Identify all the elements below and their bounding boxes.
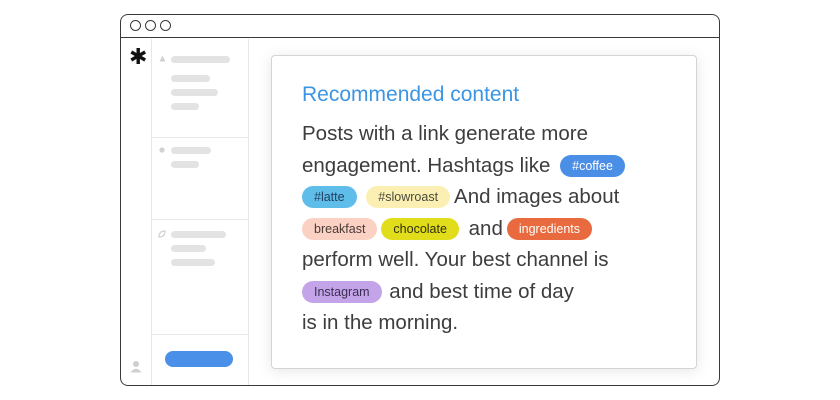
recommended-content-card: Recommended content Posts with a link ge… (271, 55, 697, 369)
app-window: ✱ Recommended content Posts with a link … (120, 14, 720, 386)
primary-action-button[interactable] (165, 351, 233, 367)
instagram-channel-tag[interactable]: Instagram (302, 280, 382, 303)
body-text: is in the morning. (302, 311, 459, 334)
list-item[interactable] (152, 137, 248, 220)
placeholder-line (171, 89, 218, 96)
body-text: perform well. Your best channel is (302, 248, 609, 271)
content-list-panel (152, 39, 249, 385)
panel-footer (152, 334, 248, 385)
user-icon[interactable] (130, 360, 142, 373)
placeholder-line (171, 56, 230, 63)
ingredients-tag[interactable]: ingredients (506, 217, 593, 240)
chocolate-tag[interactable]: chocolate (381, 217, 459, 240)
asterisk-icon[interactable]: ✱ (129, 47, 147, 69)
body-text: and best time of day (389, 279, 574, 303)
recommendation-text: Posts with a link generate more engageme… (302, 118, 682, 339)
dot-icon (159, 147, 165, 153)
placeholder-line (171, 259, 215, 266)
list-item[interactable] (152, 39, 248, 138)
leaf-icon (158, 230, 166, 238)
placeholder-line (171, 161, 199, 168)
list-item[interactable] (152, 219, 248, 334)
body-text: And images about (454, 185, 620, 208)
placeholder-line (171, 103, 199, 110)
breakfast-tag[interactable]: breakfast (302, 217, 378, 240)
placeholder-line (171, 147, 211, 154)
hashtag-latte-tag[interactable]: #latte (302, 186, 357, 208)
window-titlebar (121, 15, 719, 38)
window-maximize-button[interactable] (160, 20, 171, 31)
body-text: and (468, 216, 503, 240)
hashtag-coffee-tag[interactable]: #coffee (560, 154, 625, 177)
card-title: Recommended content (302, 83, 520, 106)
hashtag-slowroast-tag[interactable]: #slowroast (366, 186, 451, 208)
placeholder-line (171, 75, 210, 82)
placeholder-line (171, 231, 226, 238)
icon-rail: ✱ (121, 39, 152, 385)
body-text: Posts with a link generate more (302, 122, 588, 145)
body-text: engagement. Hashtags like (302, 153, 551, 177)
placeholder-line (171, 245, 206, 252)
triangle-icon (159, 55, 166, 62)
window-minimize-button[interactable] (145, 20, 156, 31)
window-close-button[interactable] (130, 20, 141, 31)
